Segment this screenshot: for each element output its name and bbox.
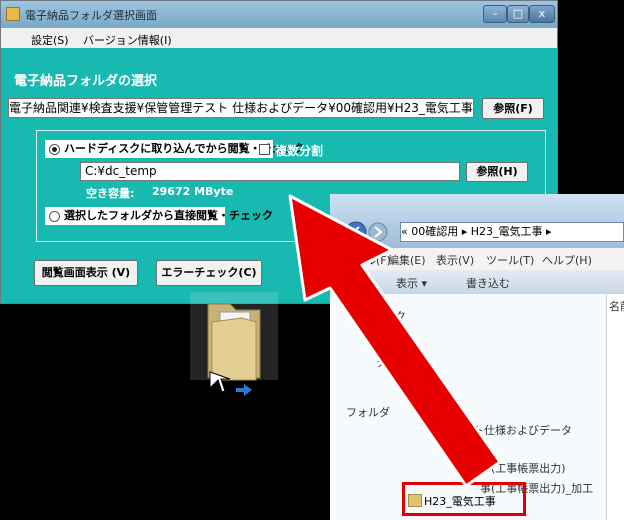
app-icon (6, 7, 20, 21)
temp-folder-input[interactable]: C:¥dc_temp (80, 162, 460, 181)
folder-path-input[interactable]: 電子納品関連¥検査支援¥保管管理テスト 仕様およびデータ¥00確認用¥H23_電… (8, 98, 474, 118)
folder-icon (207, 303, 261, 396)
menu-help[interactable]: ヘルプ(H) (542, 252, 592, 268)
tree-item-spec-data[interactable]: スト仕様およびデータ (462, 422, 572, 438)
browse-folder-button[interactable]: 参照(F) (482, 98, 544, 119)
dialog-title-bar[interactable]: 電子納品フォルダ選択画面 – □ x (1, 1, 557, 28)
toolbar-organize[interactable]: 管理 ▾ (334, 275, 365, 291)
tree-item-report-output[interactable]: 事(工事帳票出力) (480, 460, 566, 476)
explorer-titlebar: « 00確認用 ▸ H23_電気工事 ▸ (330, 194, 624, 248)
name-column-header[interactable]: 名前 (609, 298, 624, 314)
minimize-button[interactable]: – (483, 5, 507, 23)
explorer-window: « 00確認用 ▸ H23_電気工事 ▸ ファイル(F) 編集(E) 表示(V)… (330, 194, 624, 520)
free-space-label: 空き容量: (86, 187, 135, 200)
menu-bar: 設定(S) バージョン情報(I) (1, 28, 557, 48)
explorer-toolbar: 管理 ▾ 表示 ▾ 書き込む (330, 270, 624, 294)
menu-settings[interactable]: 設定(S) (31, 32, 69, 48)
address-path: « 00確認用 ▸ H23_電気工事 ▸ (401, 225, 552, 238)
split-checkbox-label: 複数分割 (275, 144, 324, 158)
nav-link-documents[interactable]: ント (372, 332, 394, 348)
menu-tools[interactable]: ツール(T) (486, 252, 534, 268)
menu-version-info[interactable]: バージョン情報(I) (83, 32, 172, 48)
radio-unselected-icon[interactable] (49, 210, 60, 222)
close-button[interactable]: x (529, 5, 555, 23)
back-forward-icon[interactable] (344, 220, 400, 244)
maximize-button[interactable]: □ (507, 5, 529, 23)
option-import-to-disk[interactable]: ハードディスクに取り込んでから閲覧・チェック (45, 140, 305, 158)
dialog-title: 電子納品フォルダ選択画面 (25, 9, 157, 22)
folders-section-label[interactable]: フォルダ (346, 404, 390, 420)
browse-temp-button[interactable]: 参照(H) (466, 162, 528, 182)
explorer-menu-bar: ファイル(F) 編集(E) 表示(V) ツール(T) ヘルプ(H) (330, 248, 624, 270)
menu-view[interactable]: 表示(V) (436, 252, 474, 268)
address-bar[interactable]: « 00確認用 ▸ H23_電気工事 ▸ (400, 222, 624, 242)
free-space-value: 29672 MByte (152, 185, 234, 198)
toolbar-burn[interactable]: 書き込む (466, 275, 510, 291)
error-check-button[interactable]: エラーチェック(C) (156, 260, 262, 286)
split-checkbox[interactable] (259, 144, 270, 155)
option-direct-view[interactable]: 選択したフォルダから直接閲覧・チェック (45, 207, 273, 225)
menu-file[interactable]: ファイル(F) (332, 252, 391, 268)
nav-link-favorites[interactable]: クリンク (362, 308, 406, 324)
target-folder-highlight (402, 482, 526, 516)
nav-link-pictures[interactable]: タ (376, 354, 387, 370)
view-screen-button[interactable]: 閲覧画面表示 (V) (34, 260, 138, 286)
toolbar-views[interactable]: 表示 ▾ (396, 275, 427, 291)
file-list-pane[interactable]: 名前 (606, 294, 624, 520)
menu-edit[interactable]: 編集(E) (388, 252, 426, 268)
option-direct-label: 選択したフォルダから直接閲覧・チェック (64, 209, 273, 222)
dragged-folder[interactable] (190, 292, 278, 396)
radio-selected-icon[interactable] (49, 143, 60, 155)
section-label: 電子納品フォルダの選択 (14, 74, 158, 89)
